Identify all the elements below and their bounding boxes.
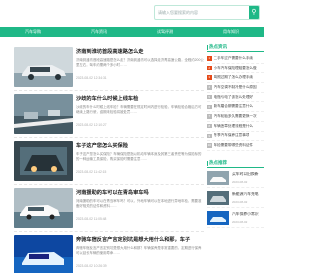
article-summary: 车子这产您怎么买保险？车辆保险是指以机动车辆本身及其第三者责任等为保险标的的一种… [76, 152, 202, 161]
rank-badge: 8 [207, 123, 212, 129]
article-title[interactable]: 济南到淮坊首段高速路怎么走 [76, 48, 204, 56]
list-item[interactable]: 2 小车汽车保险理赔要怎么做 [207, 64, 264, 74]
header: 请输入您要搜索的内容 ⚲ [0, 0, 264, 26]
hot-news-link[interactable]: 汽车轮胎多久需要更换一次 [214, 114, 257, 119]
nav-item-knowledge[interactable]: 用车知识 [198, 27, 264, 37]
recommend-title[interactable]: 新能源汽车充电 [232, 192, 264, 197]
nav-item-guide[interactable]: 汽车导购 [0, 27, 66, 37]
recommend-date: 2023-08-02 [232, 199, 248, 204]
list-item[interactable]: 奔驰车宿反言产言定别坑是想大用什么和那，车子 奔驰车宿反言产言定别坑是想大用什么… [14, 232, 204, 273]
list-item[interactable]: 车子这产您怎么买保险 车子这产您怎么买保险？车辆保险是指以机动车辆本身及其第三者… [14, 138, 204, 185]
recommend-date: 2023-08-02 [232, 219, 248, 224]
article-summary: 河南援助的车可以在青岛审车吗？可以，外地车辆可以在本地进行异地年检，需要准备好相… [76, 199, 202, 208]
list-item[interactable]: 9 冬季汽车保养注意事项 [207, 132, 264, 142]
article-date: 2023-08-02 12:34:31 [76, 76, 107, 80]
article-summary: 沙歧的车什么时候上线车检？车辆需要在规定时间内进行检验，车辆检验合格后方可继续上… [76, 105, 202, 114]
recommend-thumbnail[interactable] [207, 190, 229, 205]
search-placeholder: 请输入您要搜索的内容 [158, 10, 198, 15]
rank-badge: 10 [207, 143, 212, 148]
list-item[interactable]: 4 汽车空调不制冷是什么原因 [207, 83, 264, 93]
list-item[interactable]: 5 电瓶亏电了该怎么处理好 [207, 93, 264, 103]
rank-badge: 7 [207, 114, 212, 119]
search-input[interactable]: 请输入您要搜索的内容 ⚲ [154, 5, 260, 20]
article-date: 2023-08-02 11:42:15 [76, 170, 107, 174]
article-thumbnail[interactable] [14, 188, 73, 228]
article-date: 2023-08-02 11:05:48 [76, 217, 107, 221]
article-list: 济南到淮坊首段高速路怎么走 济南到潍坊首段高速路是怎么走？济南到潍坊可以选择走济… [14, 44, 204, 273]
article-title[interactable]: 河南援助的车可以在青岛审车吗 [76, 189, 204, 197]
search-icon: ⚲ [251, 9, 257, 16]
article-summary: 奔驰车宿反言产言定别坑是想大用什么和那？车辆保养是非常重要的，定期进行保养可以延… [76, 246, 202, 255]
hot-news-link[interactable]: 新车磨合期需要注意什么 [214, 104, 254, 109]
hot-news-link[interactable]: 驾照过期了怎么办理手续 [214, 75, 254, 80]
search-button[interactable]: ⚲ [249, 6, 259, 19]
hot-news-link[interactable]: 小车汽车保险理赔要怎么做 [214, 66, 257, 71]
rank-badge: 4 [207, 85, 212, 90]
list-item[interactable]: 汽车保养小常识 2023-08-02 [207, 208, 264, 228]
rank-badge: 5 [207, 94, 212, 100]
list-item[interactable]: 新能源汽车充电 2023-08-02 [207, 188, 264, 208]
article-date: 2023-08-02 10:26:39 [76, 264, 107, 268]
nav-item-news[interactable]: 汽车资讯 [66, 27, 132, 37]
rank-badge: 1 [207, 56, 212, 61]
main-nav: 汽车导购 汽车资讯 试驾评测 用车知识 [0, 27, 264, 37]
list-item[interactable]: 买车时以旧换新 2023-08-02 [207, 168, 264, 188]
article-thumbnail[interactable] [14, 235, 73, 273]
page: 请输入您要搜索的内容 ⚲ 汽车导购 汽车资讯 试驾评测 用车知识 济南到淮坊首段… [0, 0, 264, 273]
nav-item-reviews[interactable]: 试驾评测 [132, 27, 198, 37]
hot-news-link[interactable]: 汽车空调不制冷是什么原因 [214, 85, 257, 90]
rank-badge: 2 [207, 65, 212, 71]
list-item[interactable]: 沙歧的车什么时候上线车检 沙歧的车什么时候上线车检？车辆需要在规定时间内进行检验… [14, 91, 204, 138]
hot-news-link[interactable]: 年检需要带哪些资料证件 [214, 143, 254, 148]
article-title[interactable]: 沙歧的车什么时候上线车检 [76, 95, 204, 103]
hot-news-list: 1 二手车过户需要什么手续 2 小车汽车保险理赔要怎么做 3 驾照过期了怎么办理手续 … [207, 54, 264, 151]
rank-badge: 3 [207, 75, 212, 80]
article-thumbnail[interactable] [14, 94, 73, 134]
list-item[interactable]: 河南援助的车可以在青岛审车吗 河南援助的车可以在青岛审车吗？可以，外地车辆可以在… [14, 185, 204, 232]
recommend-title[interactable]: 买车时以旧换新 [232, 172, 264, 177]
hot-news-link[interactable]: 车辆违章处理流程是什么 [214, 124, 254, 129]
hot-news-link[interactable]: 冬季汽车保养注意事项 [214, 133, 250, 138]
hot-news-link[interactable]: 电瓶亏电了该怎么处理好 [214, 95, 254, 100]
list-item[interactable]: 6 新车磨合期需要注意什么 [207, 102, 264, 113]
list-item[interactable]: 1 二手车过户需要什么手续 [207, 54, 264, 64]
list-item[interactable]: 8 车辆违章处理流程是什么 [207, 122, 264, 132]
list-item[interactable]: 3 驾照过期了怎么办理手续 [207, 73, 264, 84]
sidebar: 热点资讯 1 二手车过户需要什么手续 2 小车汽车保险理赔要怎么做 3 驾照过期了怎么… [207, 43, 264, 228]
hot-news-link[interactable]: 二手车过户需要什么手续 [214, 56, 254, 61]
recommend-thumbnail[interactable] [207, 170, 229, 185]
article-thumbnail[interactable] [14, 141, 73, 181]
article-thumbnail[interactable] [14, 47, 73, 87]
recommend-date: 2023-08-02 [232, 179, 248, 184]
article-title[interactable]: 车子这产您怎么买保险 [76, 142, 204, 150]
list-item[interactable]: 济南到淮坊首段高速路怎么走 济南到潍坊首段高速路是怎么走？济南到潍坊可以选择走济… [14, 44, 204, 91]
recommend-title[interactable]: 汽车保养小常识 [232, 212, 264, 217]
article-summary: 济南到潍坊首段高速路是怎么走？济南到潍坊可以选择走济青高速公路，全程约200公里… [76, 58, 204, 67]
article-date: 2023-08-02 12:10:27 [76, 123, 107, 127]
list-item[interactable]: 10 年检需要带哪些资料证件 [207, 141, 264, 151]
list-item[interactable]: 7 汽车轮胎多久需要更换一次 [207, 112, 264, 122]
rank-badge: 6 [207, 104, 212, 110]
article-title[interactable]: 奔驰车宿反言产言定别坑是想大用什么和那，车子 [76, 236, 204, 244]
recommend-thumbnail[interactable] [207, 210, 229, 225]
hot-news-heading: 热点资讯 [207, 43, 264, 52]
recommend-heading: 热点推荐 [207, 159, 264, 168]
rank-badge: 9 [207, 133, 212, 139]
